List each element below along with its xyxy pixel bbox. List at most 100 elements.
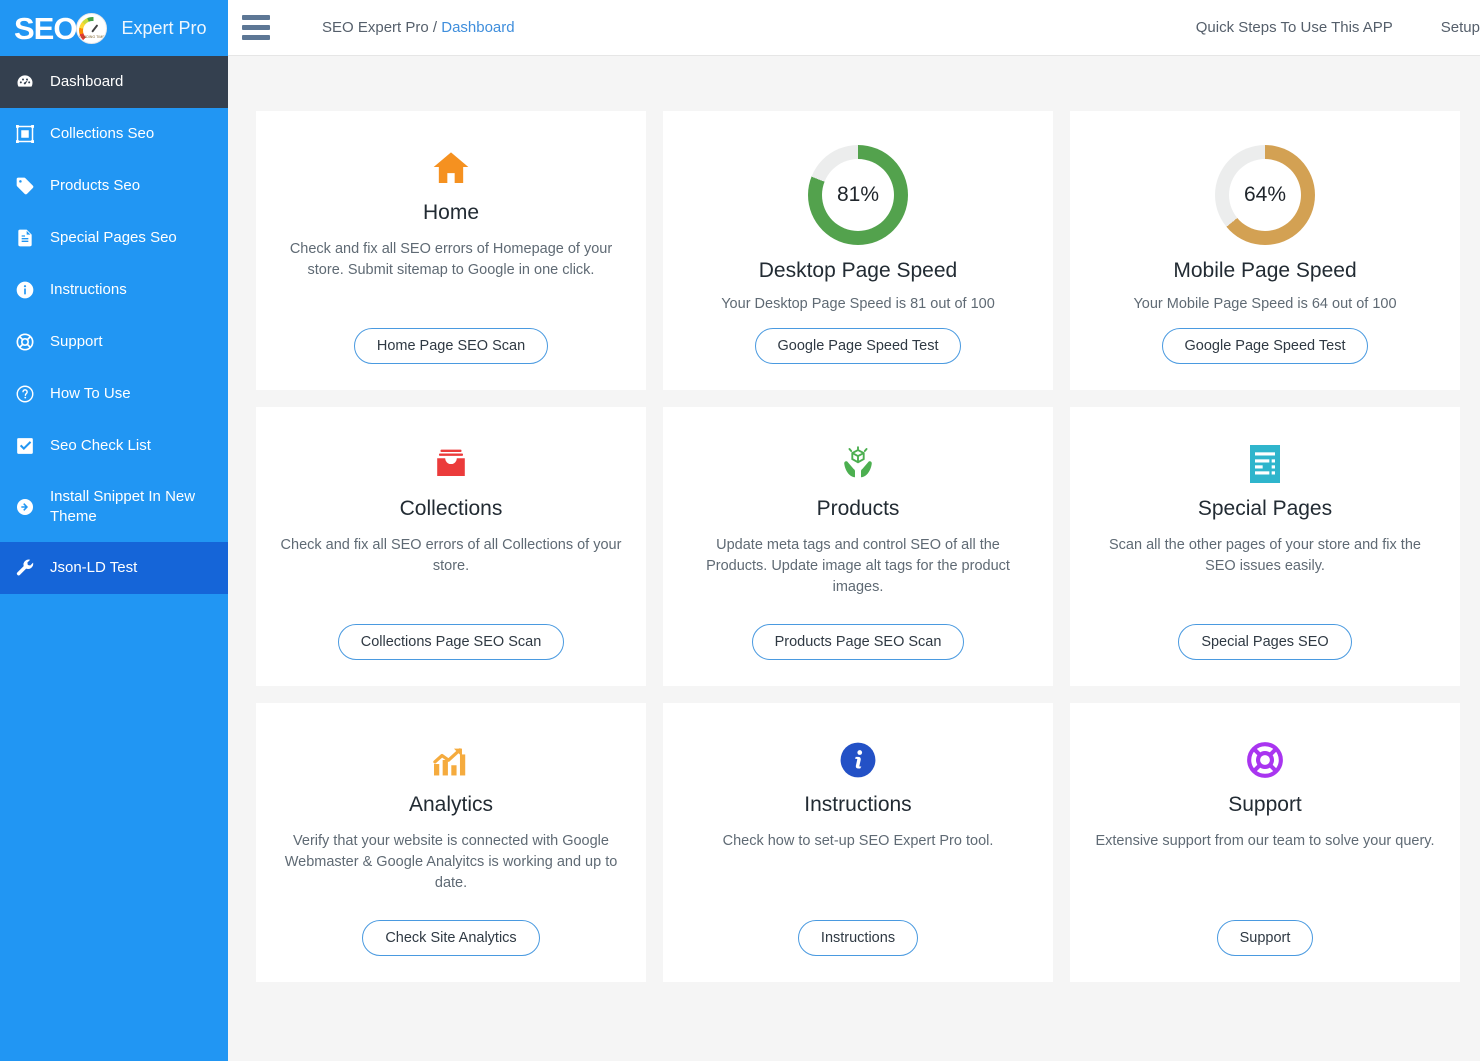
tag-icon: [14, 175, 36, 197]
card-description: Scan all the other pages of your store a…: [1109, 537, 1421, 575]
card-title: Products: [816, 497, 900, 520]
checkbox-icon: [14, 435, 36, 457]
top-nav: Quick Steps To Use This APP Setup: [1196, 19, 1480, 36]
support-button[interactable]: Support: [1216, 920, 1314, 956]
sidebar-item-label: Dashboard: [50, 73, 124, 90]
question-circle-icon: [14, 383, 36, 405]
card-description: Extensive support from our team to solve…: [1095, 833, 1435, 850]
sidebar-item-label: Special Pages Seo: [50, 229, 177, 246]
top-nav-setup[interactable]: Setup: [1441, 19, 1480, 36]
sidebar-nav: Dashboard Collections Seo Products Seo S…: [0, 56, 228, 594]
lifering-icon: [1246, 737, 1284, 783]
card-analytics: Analytics Verify that your website is co…: [256, 703, 646, 982]
card-home: Home Check and fix all SEO errors of Hom…: [256, 111, 646, 390]
sidebar-item-label: Install Snippet In New Theme: [50, 488, 196, 525]
info-circle-icon: [839, 737, 877, 783]
menu-bar-1: [242, 15, 270, 20]
card-title: Desktop Page Speed: [758, 259, 958, 282]
google-page-speed-test-desktop-button[interactable]: Google Page Speed Test: [754, 328, 962, 364]
sidebar-item-products-seo[interactable]: Products Seo: [0, 160, 228, 212]
card-collections: Collections Check and fix all SEO errors…: [256, 407, 646, 686]
card-description: Verify that your website is connected wi…: [284, 833, 618, 892]
top-nav-quick-steps[interactable]: Quick Steps To Use This APP: [1196, 19, 1393, 36]
wrench-icon: [14, 557, 36, 579]
brand-seo-text: SEO: [14, 10, 77, 46]
card-mobile-page-speed: 64% Mobile Page Speed Your Mobile Page S…: [1070, 111, 1460, 390]
brand-name-text: Expert Pro: [121, 17, 207, 38]
sidebar-item-label: How To Use: [50, 385, 131, 402]
donut-value-label: 64%: [1243, 183, 1287, 206]
gauge-caption: LOADING TIME: [79, 34, 105, 39]
document-lines-icon: [1248, 441, 1282, 487]
donut-chart-icon: 81%: [808, 145, 908, 245]
chart-line-up-icon: [432, 737, 470, 783]
card-instructions: Instructions Check how to set-up SEO Exp…: [663, 703, 1053, 982]
card-description: Your Mobile Page Speed is 64 out of 100: [1133, 296, 1397, 312]
donut-value-label: 81%: [836, 183, 880, 206]
card-grid: Home Check and fix all SEO errors of Hom…: [256, 111, 1460, 982]
breadcrumb-separator: /: [432, 19, 438, 36]
brand-logo[interactable]: SEO LOADING TIME Expert Pro: [0, 0, 228, 56]
arrow-circle-right-icon: [14, 496, 36, 518]
card-title: Mobile Page Speed: [1173, 259, 1357, 282]
menu-icon[interactable]: [238, 11, 274, 45]
card-support: Support Extensive support from our team …: [1070, 703, 1460, 982]
breadcrumb-root[interactable]: SEO Expert Pro: [322, 19, 429, 36]
sidebar-item-label: Support: [50, 333, 103, 350]
setup-banner: Want us to set: [228, 56, 1480, 111]
products-page-seo-scan-button[interactable]: Products Page SEO Scan: [751, 624, 965, 660]
google-page-speed-test-mobile-button[interactable]: Google Page Speed Test: [1161, 328, 1369, 364]
sidebar-item-instructions[interactable]: Instructions: [0, 264, 228, 316]
top-bar: SEO Expert Pro / Dashboard Quick Steps T…: [228, 0, 1480, 56]
menu-bar-3: [242, 35, 270, 40]
sidebar-item-label: Seo Check List: [50, 437, 151, 454]
inbox-icon: [433, 441, 469, 487]
sidebar-item-label: Instructions: [50, 281, 127, 298]
card-title: Special Pages: [1197, 497, 1333, 520]
document-icon: [14, 227, 36, 249]
home-page-seo-scan-button[interactable]: Home Page SEO Scan: [353, 328, 549, 364]
special-pages-seo-button[interactable]: Special Pages SEO: [1178, 624, 1352, 660]
sidebar-item-label: Json-LD Test: [50, 559, 138, 576]
card-description: Check and fix all SEO errors of Homepage…: [289, 241, 613, 279]
breadcrumb: SEO Expert Pro / Dashboard: [322, 19, 515, 36]
card-title: Instructions: [804, 793, 912, 816]
sidebar-item-install-snippet-in-new-theme[interactable]: Install Snippet In New Theme: [0, 472, 228, 542]
card-description: Your Desktop Page Speed is 81 out of 100: [721, 296, 995, 312]
speedometer-icon: LOADING TIME: [76, 12, 108, 44]
home-icon: [431, 145, 471, 191]
collections-page-seo-scan-button[interactable]: Collections Page SEO Scan: [337, 624, 565, 660]
card-description: Update meta tags and control SEO of all …: [706, 537, 1010, 596]
donut-chart-icon: 64%: [1215, 145, 1315, 245]
card-title: Analytics: [408, 793, 494, 816]
app-root: SEO LOADING TIME Expert Pro Dashboard Co…: [0, 0, 1480, 1061]
sidebar-item-support[interactable]: Support: [0, 316, 228, 368]
sidebar-item-how-to-use[interactable]: How To Use: [0, 368, 228, 420]
instructions-button[interactable]: Instructions: [797, 920, 919, 956]
card-description: Check and fix all SEO errors of all Coll…: [280, 537, 622, 575]
breadcrumb-current[interactable]: Dashboard: [441, 19, 514, 36]
sidebar-item-seo-check-list[interactable]: Seo Check List: [0, 420, 228, 472]
menu-bar-2: [242, 25, 270, 30]
sidebar-item-label: Collections Seo: [50, 125, 155, 142]
check-site-analytics-button[interactable]: Check Site Analytics: [362, 920, 540, 956]
sidebar-item-label: Products Seo: [50, 177, 141, 194]
sidebar-item-special-pages-seo[interactable]: Special Pages Seo: [0, 212, 228, 264]
collections-icon: [14, 123, 36, 145]
card-desktop-page-speed: 81% Desktop Page Speed Your Desktop Page…: [663, 111, 1053, 390]
sidebar-item-dashboard[interactable]: Dashboard: [0, 56, 228, 108]
card-title: Collections: [399, 497, 503, 520]
card-special-pages: Special Pages Scan all the other pages o…: [1070, 407, 1460, 686]
dashboard-content: Home Check and fix all SEO errors of Hom…: [228, 111, 1480, 1061]
info-icon: [14, 279, 36, 301]
card-products: Products Update meta tags and control SE…: [663, 407, 1053, 686]
lifering-icon: [14, 331, 36, 353]
main-area: SEO Expert Pro / Dashboard Quick Steps T…: [228, 0, 1480, 1061]
dashboard-icon: [14, 71, 36, 93]
hands-holding-box-icon: [839, 441, 877, 487]
card-description: Check how to set-up SEO Expert Pro tool.: [722, 833, 994, 850]
card-title: Home: [422, 201, 480, 224]
sidebar-item-collections-seo[interactable]: Collections Seo: [0, 108, 228, 160]
sidebar-item-json-ld-test[interactable]: Json-LD Test: [0, 542, 228, 594]
sidebar: SEO LOADING TIME Expert Pro Dashboard Co…: [0, 0, 228, 1061]
